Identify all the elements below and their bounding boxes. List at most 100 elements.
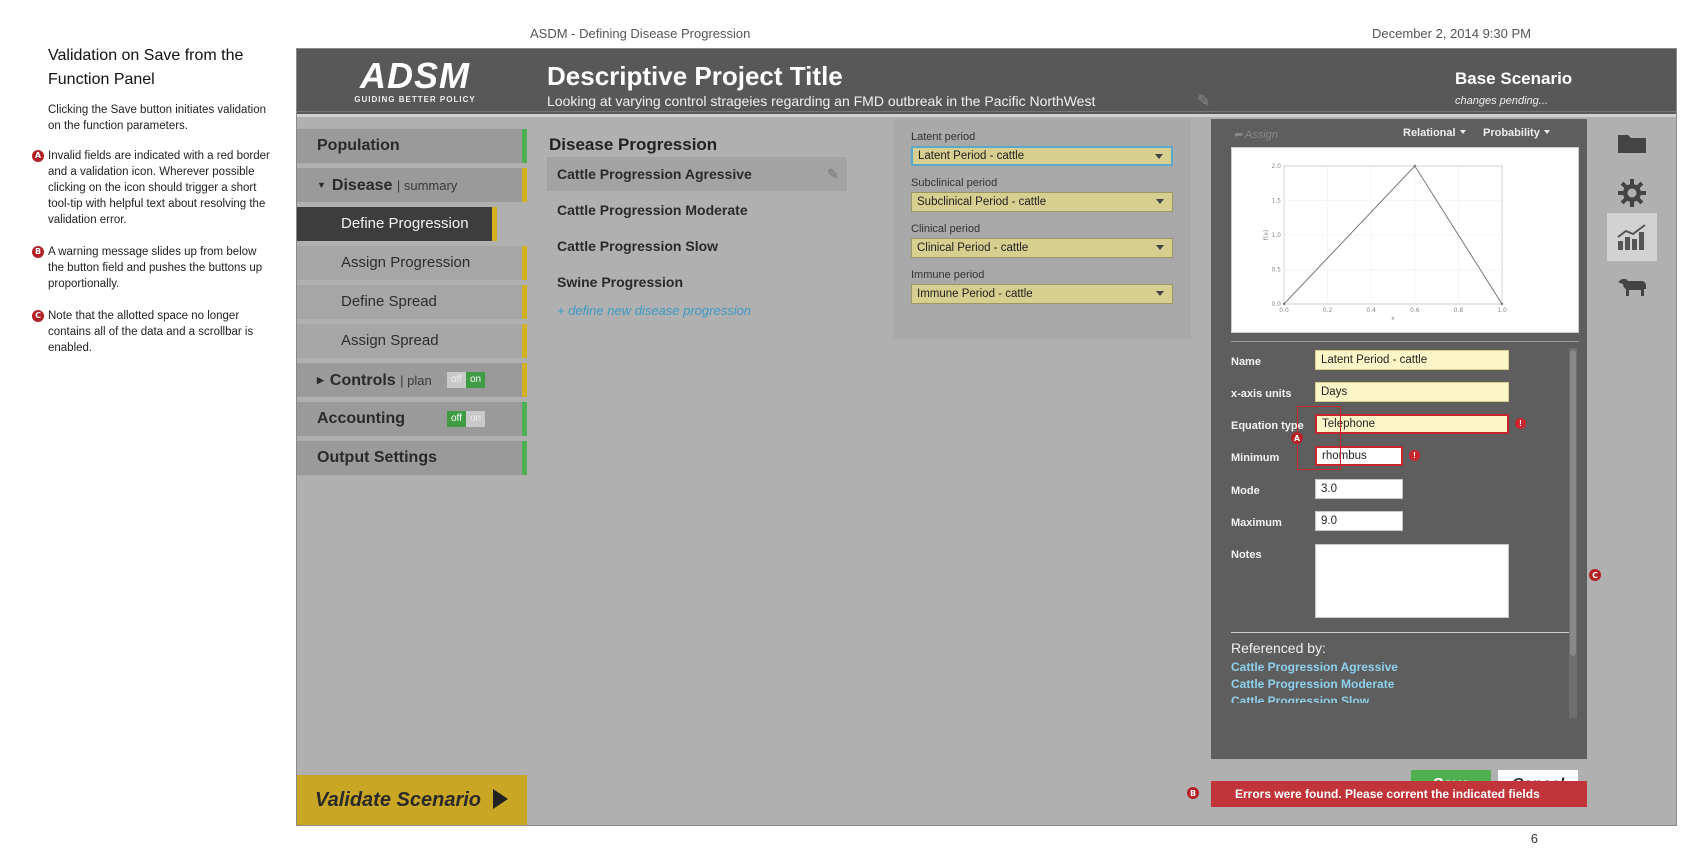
subclinical-period-label: Subclinical period: [911, 177, 998, 189]
nav-define-progression[interactable]: Define Progression: [297, 207, 497, 241]
nav-disease-label: Disease: [331, 177, 393, 194]
annotation-marker-a: A: [1291, 432, 1303, 444]
list-item[interactable]: Cattle Progression Moderate: [547, 193, 847, 227]
accounting-toggle-off[interactable]: off: [447, 411, 466, 427]
clinical-period-value: Clinical Period - cattle: [917, 242, 1029, 254]
name-field[interactable]: Latent Period - cattle: [1315, 350, 1509, 370]
y-axis-label: f(x): [1263, 230, 1270, 240]
list-item[interactable]: Cattle Progression Slow: [547, 229, 847, 263]
expand-down-icon: ▼: [317, 180, 326, 190]
x-tick-label: 0.2: [1323, 307, 1333, 314]
referenced-by-link[interactable]: Cattle Progression Agressive: [1231, 660, 1398, 674]
nav-accounting[interactable]: Accounting off on: [297, 402, 527, 436]
rail-folder-button[interactable]: [1607, 119, 1657, 167]
chart-icon: [1617, 224, 1646, 250]
relational-dropdown[interactable]: Relational: [1403, 127, 1466, 139]
equation-type-label: Equation type: [1231, 420, 1304, 432]
folder-icon: [1618, 135, 1646, 153]
right-rail: [1607, 119, 1678, 819]
edit-pencil-icon[interactable]: ✎: [827, 157, 839, 191]
chevron-down-icon: [1155, 154, 1163, 159]
function-toolbar: ⬅ Assign Relational Probability: [1211, 119, 1587, 145]
x-tick-label: 0.0: [1279, 307, 1289, 314]
rail-chart-button[interactable]: [1607, 213, 1657, 261]
divider: [1231, 632, 1569, 633]
referenced-by-link[interactable]: Cattle Progression Slow: [1231, 694, 1369, 703]
app-window: ADSM GUIDING BETTER POLICY Descriptive P…: [296, 48, 1677, 826]
y-tick-label: 1.5: [1271, 198, 1281, 205]
function-panel: ⬅ Assign Relational Probability 0.0 0.2 0.…: [1211, 119, 1587, 800]
nav-assign-progression-label: Assign Progression: [341, 254, 471, 271]
controls-toggle-on[interactable]: on: [465, 372, 486, 388]
nav-assign-spread-label: Assign Spread: [341, 332, 439, 349]
latent-period-label: Latent period: [911, 131, 976, 143]
nav-assign-spread[interactable]: Assign Spread: [297, 324, 527, 358]
list-item[interactable]: Cattle Progression Agressive ✎: [547, 157, 847, 191]
document-title: ASDM - Defining Disease Progression: [530, 26, 751, 41]
list-item[interactable]: Swine Progression: [547, 265, 847, 299]
nav-define-progression-label: Define Progression: [341, 215, 469, 232]
nav-controls-plan[interactable]: | plan: [400, 373, 432, 388]
nav-controls[interactable]: ▶ Controls | plan off on: [297, 363, 527, 397]
scrollbar-thumb[interactable]: [1570, 350, 1576, 656]
expand-right-icon: ▶: [317, 375, 324, 385]
clinical-period-select[interactable]: Clinical Period - cattle: [911, 238, 1173, 258]
equation-type-field[interactable]: Telephone: [1315, 414, 1509, 434]
validation-error-icon[interactable]: !: [1515, 418, 1526, 429]
nav-output-settings-label: Output Settings: [317, 449, 437, 466]
logo[interactable]: ADSM GUIDING BETTER POLICY: [350, 55, 480, 105]
y-tick-label: 2.0: [1271, 163, 1281, 170]
function-chart-svg: 0.0 0.2 0.4 0.6 0.8 1.0 0.0 0.5 1.0 1.5 2.0 f(x) x: [1263, 163, 1507, 322]
maximum-field[interactable]: 9.0: [1315, 511, 1403, 531]
validate-scenario-button[interactable]: Validate Scenario: [297, 775, 527, 825]
controls-toggle[interactable]: off on: [447, 372, 486, 388]
probability-dropdown[interactable]: Probability: [1483, 127, 1550, 139]
minimum-label: Minimum: [1231, 452, 1280, 464]
gear-icon: [1618, 179, 1646, 207]
validation-error-icon[interactable]: !: [1409, 450, 1420, 461]
nav-assign-progression[interactable]: Assign Progression: [297, 246, 527, 280]
controls-toggle-off[interactable]: off: [447, 372, 466, 388]
disease-progression-list: Cattle Progression Agressive ✎ Cattle Pr…: [547, 157, 847, 318]
accounting-toggle-on[interactable]: on: [465, 411, 486, 427]
annotation-note-b: B A warning message slides up from below…: [30, 244, 270, 292]
play-icon: [493, 789, 508, 809]
x-axis-units-label: x-axis units: [1231, 388, 1292, 400]
maximum-label: Maximum: [1231, 517, 1282, 529]
nav-define-spread[interactable]: Define Spread: [297, 285, 527, 319]
x-axis-units-field[interactable]: Days: [1315, 382, 1509, 402]
define-new-progression-link[interactable]: + define new disease progression: [547, 303, 847, 318]
x-tick-label: 0.6: [1410, 307, 1420, 314]
nav-disease[interactable]: ▼ Disease | summary: [297, 168, 527, 202]
rail-livestock-button[interactable]: [1607, 263, 1657, 311]
subclinical-period-select[interactable]: Subclinical Period - cattle: [911, 192, 1173, 212]
chevron-down-icon: [1543, 130, 1550, 134]
form-scrollbar[interactable]: [1569, 348, 1577, 718]
mode-field[interactable]: 3.0: [1315, 479, 1403, 499]
rail-settings-button[interactable]: [1607, 169, 1657, 217]
latent-period-select[interactable]: Latent Period - cattle: [911, 146, 1173, 166]
annotation-marker-b: B: [1187, 787, 1199, 799]
chevron-down-icon: [1156, 291, 1164, 296]
accounting-toggle[interactable]: off on: [447, 411, 486, 427]
nav-disease-summary[interactable]: | summary: [397, 178, 457, 193]
annotation-note-a: A Invalid fields are indicated with a re…: [30, 148, 270, 228]
logo-text: ADSM: [360, 55, 470, 96]
sidebar-nav: Population ▼ Disease | summary Define Pro…: [297, 129, 527, 480]
x-tick-label: 1.0: [1497, 307, 1507, 314]
y-tick-label: 0.0: [1271, 301, 1281, 308]
annotation-notes: Validation on Save from the Function Pan…: [30, 44, 270, 372]
referenced-by-link[interactable]: Cattle Progression Moderate: [1231, 677, 1394, 691]
nav-output-settings[interactable]: Output Settings: [297, 441, 527, 475]
nav-population[interactable]: Population: [297, 129, 527, 163]
list-item-label: Cattle Progression Slow: [557, 238, 719, 254]
arrow-left-icon: ⬅: [1233, 129, 1245, 141]
series-point: [1282, 302, 1286, 306]
assign-link[interactable]: ⬅ Assign: [1233, 128, 1278, 141]
immune-period-select[interactable]: Immune Period - cattle: [911, 284, 1173, 304]
page-number: 6: [1530, 831, 1538, 846]
project-subtitle: Looking at varying control strageies reg…: [547, 93, 1096, 109]
notes-textarea[interactable]: [1315, 544, 1509, 618]
edit-project-pencil-icon[interactable]: ✎: [1197, 91, 1210, 111]
list-item-label: Swine Progression: [557, 274, 684, 290]
